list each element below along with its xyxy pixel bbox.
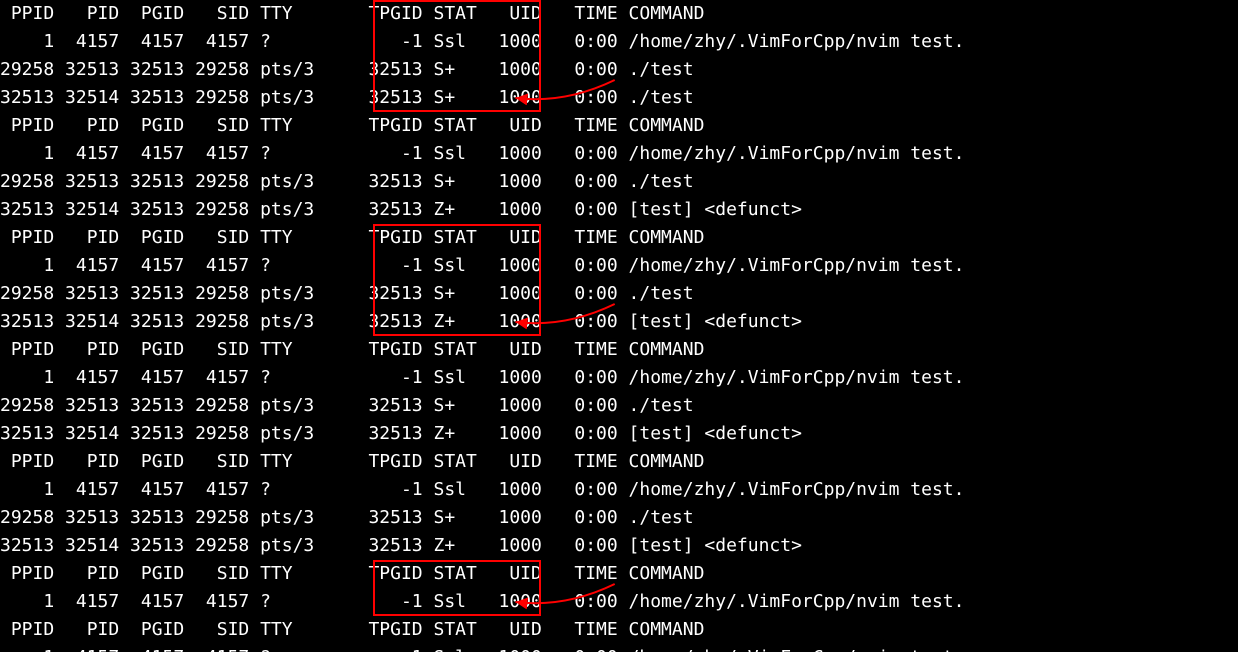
terminal-output: PPID PID PGID SID TTY TPGID STAT UID TIM… — [0, 0, 1238, 652]
annotation-arrow-icon — [0, 0, 1238, 652]
